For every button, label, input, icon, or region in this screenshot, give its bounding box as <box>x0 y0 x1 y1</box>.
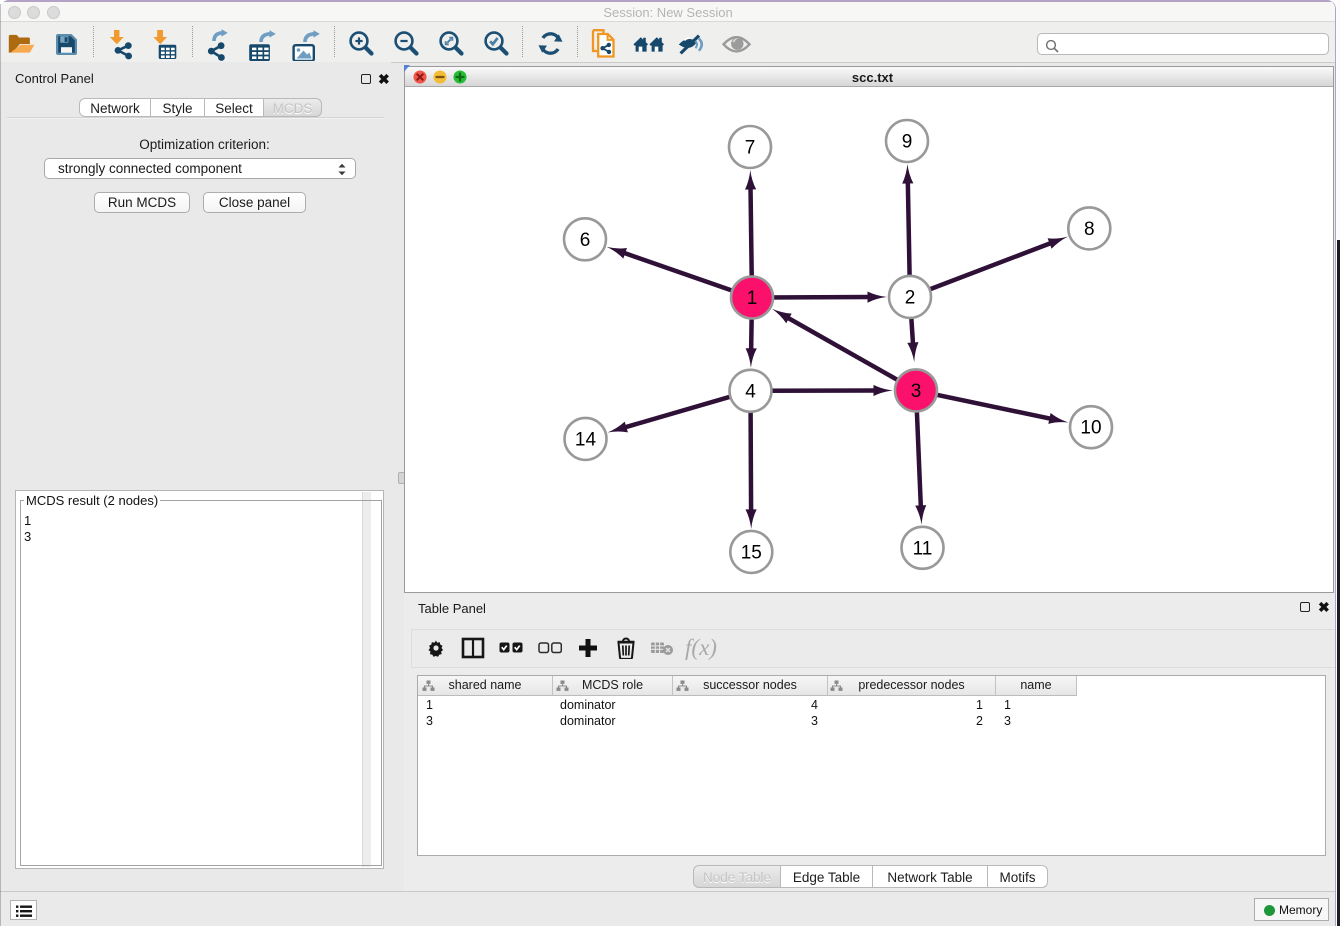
svg-text:15: 15 <box>740 542 761 563</box>
svg-text:2: 2 <box>904 287 915 308</box>
svg-text:3: 3 <box>910 381 921 402</box>
svg-text:8: 8 <box>1084 219 1095 240</box>
svg-text:1: 1 <box>746 288 757 309</box>
svg-text:4: 4 <box>745 381 756 402</box>
svg-text:10: 10 <box>1080 418 1101 439</box>
svg-text:14: 14 <box>574 429 596 450</box>
svg-text:9: 9 <box>901 132 912 153</box>
svg-text:11: 11 <box>912 538 932 559</box>
svg-text:6: 6 <box>579 230 590 251</box>
svg-text:7: 7 <box>744 138 755 159</box>
